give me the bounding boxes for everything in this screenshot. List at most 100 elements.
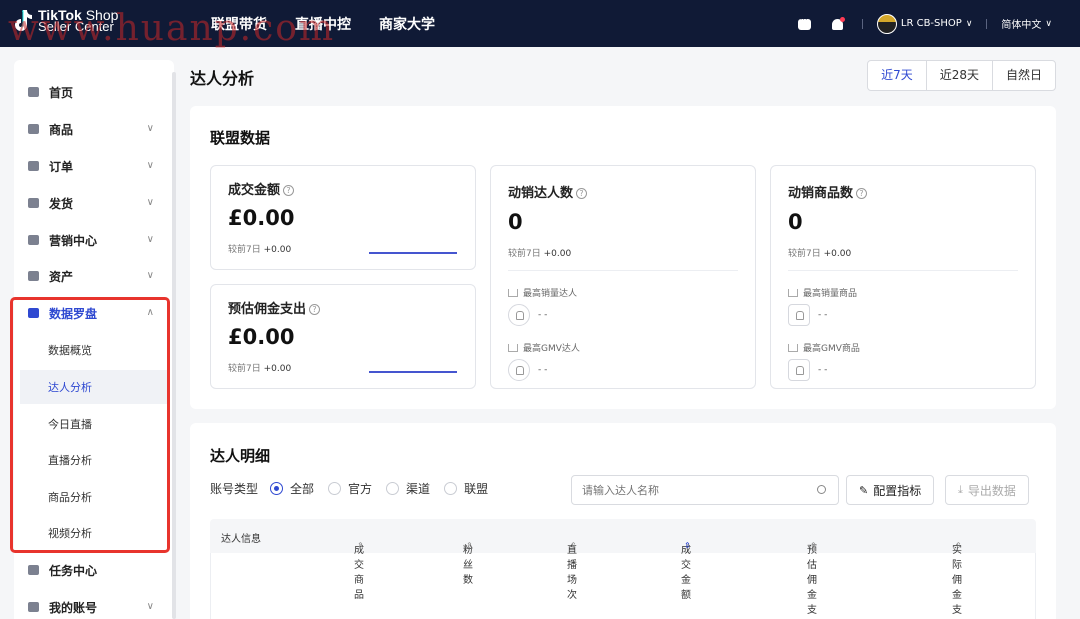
nav-affiliate[interactable]: 联盟带货 xyxy=(211,14,267,34)
radio-checked-icon xyxy=(270,482,284,495)
sidebar-subitem-today-live[interactable]: 今日直播 xyxy=(20,407,170,441)
divider xyxy=(788,270,1018,271)
sort-icon: ⇕ xyxy=(357,541,364,550)
language-select[interactable]: 简体中文 xyxy=(1001,16,1041,31)
wallet-icon xyxy=(28,271,39,281)
sidebar-item-my-account[interactable]: 我的账号 ∨ xyxy=(14,589,174,619)
top-sales-value: - - xyxy=(538,310,548,320)
chevron-down-icon: ∨ xyxy=(146,123,154,134)
range-28-days[interactable]: 近28天 xyxy=(925,61,992,90)
megaphone-icon xyxy=(28,235,39,245)
sidebar-scrollbar[interactable] xyxy=(172,72,176,619)
shop-avatar[interactable] xyxy=(876,13,897,34)
sidebar-item-data-compass[interactable]: 数据罗盘 ∧ xyxy=(14,295,174,331)
export-data-button[interactable]: ⤓ 导出数据 xyxy=(945,475,1029,505)
products-value: 0 xyxy=(788,210,803,234)
radio-channel[interactable]: 渠道 xyxy=(386,480,430,497)
date-range-selector: 近7天 近28天 自然日 xyxy=(867,60,1056,91)
chevron-down-icon: ∨ xyxy=(146,197,154,208)
section-title: 联盟数据 xyxy=(210,129,271,147)
medal-icon xyxy=(28,565,39,575)
card-title: 动销达人数 xyxy=(508,186,574,201)
top-gmv-label: 最高GMV达人 xyxy=(523,344,580,354)
sidebar-item-label: 订单 xyxy=(49,159,74,174)
sidebar-subitem-creator-analysis[interactable]: 达人分析 xyxy=(20,370,170,404)
creator-search-input[interactable] xyxy=(571,475,839,505)
top-nav: 联盟带货 直播中控 商家大学 xyxy=(211,0,435,47)
chevron-down-icon: ∨ xyxy=(146,601,154,612)
nav-seller-university[interactable]: 商家大学 xyxy=(379,14,435,34)
radio-unchecked-icon xyxy=(386,482,400,495)
sidebar-item-label: 首页 xyxy=(49,85,74,100)
message-icon[interactable] xyxy=(797,15,812,31)
sort-active-icon: ⇕ xyxy=(684,541,691,550)
sidebar-item-label: 我的账号 xyxy=(49,600,98,615)
home-icon xyxy=(28,87,39,97)
sidebar-item-orders[interactable]: 订单 ∨ xyxy=(14,148,174,184)
radio-label: 渠道 xyxy=(406,482,431,496)
sidebar-subitem-live-analysis[interactable]: 直播分析 xyxy=(20,443,170,477)
sidebar-item-label: 任务中心 xyxy=(49,563,98,578)
chevron-down-icon[interactable]: ∨ xyxy=(1045,19,1052,29)
creator-detail-panel: 达人明细 账号类型 全部 官方 渠道 联盟 ✎ 配置指标 ⤓ 导出数据 达人信息 成… xyxy=(190,423,1056,619)
radio-label: 联盟 xyxy=(464,482,489,496)
range-7-days[interactable]: 近7天 xyxy=(868,61,926,90)
account-type-filter: 账号类型 全部 官方 渠道 联盟 xyxy=(210,480,502,497)
sidebar-item-label: 资产 xyxy=(49,269,74,284)
sidebar-subitem-video-analysis[interactable]: 视频分析 xyxy=(20,516,170,550)
radio-all[interactable]: 全部 xyxy=(270,480,314,497)
radio-affiliate[interactable]: 联盟 xyxy=(444,480,488,497)
search-icon[interactable] xyxy=(817,485,826,494)
sidebar-item-products[interactable]: 商品 ∨ xyxy=(14,111,174,147)
product-icon xyxy=(28,124,39,134)
sidebar-item-task-center[interactable]: 任务中心 xyxy=(14,552,174,588)
top-sales-label: 最高销量达人 xyxy=(523,289,578,299)
sidebar-subitem-data-overview[interactable]: 数据概览 xyxy=(20,333,170,367)
top-sales-label: 最高销量商品 xyxy=(803,289,858,299)
alliance-data-panel: 联盟数据 成交金额? £0.00 较前7日 +0.00 预估佣金支出? £0.0… xyxy=(190,106,1056,409)
range-natural-day[interactable]: 自然日 xyxy=(991,61,1055,90)
commission-value: £0.00 xyxy=(228,325,295,349)
download-icon: ⤓ xyxy=(958,483,963,496)
chevron-down-icon[interactable]: ∨ xyxy=(966,19,973,29)
bar-chart-icon xyxy=(28,308,39,318)
divider xyxy=(986,18,988,29)
gmv-value: £0.00 xyxy=(228,206,295,230)
order-icon xyxy=(28,161,39,171)
avatar-placeholder-icon xyxy=(508,304,530,326)
sidebar-item-shipping[interactable]: 发货 ∨ xyxy=(14,185,174,221)
sidebar-item-assets[interactable]: 资产 ∨ xyxy=(14,258,174,294)
sidebar-item-marketing[interactable]: 营销中心 ∨ xyxy=(14,222,174,258)
sort-icon: ⇕ xyxy=(810,541,817,550)
compare-value: +0.00 xyxy=(543,249,572,259)
top-gmv-value: - - xyxy=(818,365,828,375)
sidebar-item-home[interactable]: 首页 xyxy=(14,74,174,110)
crown-icon xyxy=(508,343,518,352)
configure-metrics-button[interactable]: ✎ 配置指标 xyxy=(846,475,935,505)
product-placeholder-icon xyxy=(788,304,810,326)
help-icon[interactable]: ? xyxy=(309,304,321,315)
crown-icon xyxy=(788,288,798,297)
card-title: 动销商品数 xyxy=(788,186,854,201)
shop-name[interactable]: LR CB-SHOP xyxy=(901,18,962,29)
help-icon[interactable]: ? xyxy=(576,188,588,199)
help-icon[interactable]: ? xyxy=(283,185,295,196)
tiktok-shop-logo[interactable]: TikTok Shop Seller Center xyxy=(12,8,118,34)
bell-icon[interactable] xyxy=(830,16,845,31)
radio-official[interactable]: 官方 xyxy=(328,480,372,497)
avatar-placeholder-icon xyxy=(508,359,530,381)
section-title: 达人明细 xyxy=(210,447,271,465)
top-bar: TikTok Shop Seller Center 联盟带货 直播中控 商家大学… xyxy=(0,0,1080,47)
crown-icon xyxy=(508,288,518,297)
top-right-tools: LR CB-SHOP ∨ 简体中文 ∨ xyxy=(797,0,1052,47)
nav-live-control[interactable]: 直播中控 xyxy=(295,14,351,34)
product-placeholder-icon xyxy=(788,359,810,381)
top-sales-value: - - xyxy=(818,310,828,320)
table-body xyxy=(210,553,1036,619)
sidebar-subitem-product-analysis[interactable]: 商品分析 xyxy=(20,480,170,514)
button-label: 配置指标 xyxy=(873,483,922,498)
trend-sparkline xyxy=(369,252,457,254)
logo-subtitle: Seller Center xyxy=(38,19,114,34)
help-icon[interactable]: ? xyxy=(856,188,868,199)
commission-card: 预估佣金支出? £0.00 较前7日 +0.00 xyxy=(210,284,476,389)
